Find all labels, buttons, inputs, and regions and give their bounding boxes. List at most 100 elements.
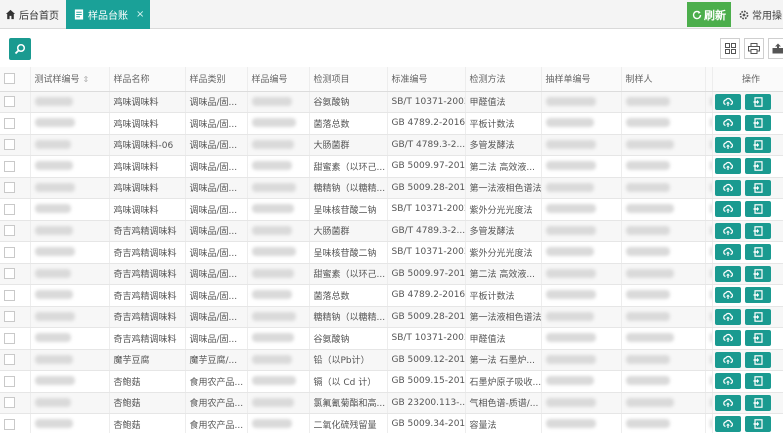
row-checkbox-cell[interactable] (0, 155, 31, 178)
row-checkbox[interactable] (4, 375, 15, 387)
sign-in-button[interactable] (744, 308, 771, 325)
tab-home[interactable]: 后台首页 (0, 0, 66, 29)
row-checkbox-cell[interactable] (0, 263, 31, 285)
sign-in-button[interactable] (744, 373, 771, 390)
upload-button[interactable] (714, 179, 741, 196)
upload-button[interactable] (714, 158, 741, 175)
row-checkbox[interactable] (4, 311, 15, 323)
row-checkbox-cell[interactable] (0, 220, 31, 242)
sign-in-button[interactable] (744, 222, 771, 239)
table-row[interactable]: 杏鲍菇 食用农产品... 镉（以 Cd 计） GB 5009.15-2014 石墨炉原子… (0, 370, 783, 393)
table-row[interactable]: 鸡味调味料 调味品/固... 谷氨酸钠 SB/T 10371-2003 甲醛值法 (0, 91, 783, 113)
tab-sample-ledger[interactable]: 样品台账 × (66, 0, 150, 29)
header-checkbox-cell[interactable] (0, 67, 31, 92)
select-all-checkbox[interactable] (4, 73, 15, 85)
row-checkbox[interactable] (4, 160, 15, 172)
header-sample-category[interactable]: 样品类别 (185, 67, 248, 92)
row-checkbox-cell[interactable] (0, 91, 31, 113)
table-row[interactable]: 鸡味调味料 调味品/固... 糖精钠（以糖精... GB 5009.28-2016 第一… (0, 177, 783, 199)
sign-in-button[interactable] (744, 201, 771, 218)
sign-in-button[interactable] (744, 351, 771, 368)
header-test-sample-no[interactable]: 测试样编号 ⇕ (30, 67, 110, 92)
row-checkbox-cell[interactable] (0, 241, 31, 264)
row-checkbox-cell[interactable] (0, 177, 31, 199)
upload-button[interactable] (714, 351, 741, 368)
upload-button[interactable] (714, 222, 741, 239)
row-checkbox[interactable] (4, 418, 15, 430)
row-checkbox-cell[interactable] (0, 413, 31, 433)
table-row[interactable]: 鸡味调味料 调味品/固... 呈味核苷酸二钠 SB/T 10371-2003 紫外分光光… (0, 198, 783, 221)
sign-in-button[interactable] (744, 265, 771, 282)
sign-in-button[interactable] (744, 179, 771, 196)
row-checkbox-cell[interactable] (0, 134, 31, 156)
table-row[interactable]: 魔芋豆腐 魔芋豆腐/... 铅（以Pb计） GB 5009.12-2017 第一法 石墨… (0, 349, 783, 371)
upload-button[interactable] (714, 287, 741, 304)
table-row[interactable]: 奇吉鸡精调味料 调味品/固... 菌落总数 GB 4789.2-2016 平板计数法 (0, 284, 783, 307)
close-icon[interactable]: × (136, 9, 144, 20)
row-checkbox[interactable] (4, 139, 15, 151)
columns-button[interactable] (720, 38, 740, 59)
header-test-item[interactable]: 检测项目 (309, 67, 388, 92)
upload-button[interactable] (714, 330, 741, 347)
export-button[interactable] (768, 38, 783, 59)
upload-button[interactable] (714, 308, 741, 325)
row-checkbox-cell[interactable] (0, 370, 31, 393)
row-checkbox-cell[interactable] (0, 327, 31, 350)
table-row[interactable]: 鸡味调味料-06 调味品/固... 大肠菌群 GB/T 4789.3-2... 多管发酵… (0, 134, 783, 156)
row-checkbox[interactable] (4, 225, 15, 237)
upload-button[interactable] (714, 244, 741, 261)
row-checkbox[interactable] (4, 332, 15, 344)
row-checkbox[interactable] (4, 182, 15, 194)
header-standard-no[interactable]: 标准编号 (387, 67, 466, 92)
upload-button[interactable] (714, 93, 741, 110)
sign-in-button[interactable] (744, 287, 771, 304)
sign-in-button[interactable] (744, 416, 771, 433)
upload-button[interactable] (714, 265, 741, 282)
row-checkbox-cell[interactable] (0, 306, 31, 328)
sign-in-button[interactable] (744, 115, 771, 132)
table-row[interactable]: 杏鲍菇 食用农产品... 氯氟氰菊酯和高... GB 23200.113-... 气相色… (0, 392, 783, 414)
header-sampling-form-no[interactable]: 抽样单编号 (541, 67, 622, 92)
search-button[interactable] (9, 38, 31, 60)
common-actions-button[interactable]: 常用操 (735, 2, 783, 27)
upload-button[interactable] (714, 201, 741, 218)
row-checkbox[interactable] (4, 96, 15, 108)
row-checkbox[interactable] (4, 117, 15, 129)
row-checkbox-cell[interactable] (0, 112, 31, 135)
header-test-method[interactable]: 检测方法 (465, 67, 542, 92)
upload-button[interactable] (714, 373, 741, 390)
row-checkbox[interactable] (4, 289, 15, 301)
table-row[interactable]: 奇吉鸡精调味料 调味品/固... 谷氨酸钠 SB/T 10371-2003 甲醛值法 (0, 327, 783, 350)
upload-button[interactable] (714, 416, 741, 433)
sign-in-button[interactable] (744, 330, 771, 347)
row-checkbox[interactable] (4, 354, 15, 366)
table-row[interactable]: 鸡味调味料 调味品/固... 菌落总数 GB 4789.2-2016 平板计数法 (0, 112, 783, 135)
sign-in-button[interactable] (744, 93, 771, 110)
row-checkbox[interactable] (4, 397, 15, 409)
row-checkbox[interactable] (4, 203, 15, 215)
sign-in-button[interactable] (744, 158, 771, 175)
row-checkbox-cell[interactable] (0, 392, 31, 414)
header-preparer[interactable]: 制样人 (621, 67, 706, 92)
row-checkbox[interactable] (4, 268, 15, 280)
table-row[interactable]: 奇吉鸡精调味料 调味品/固... 大肠菌群 GB/T 4789.3-2... 多管发酵法 (0, 220, 783, 242)
table-row[interactable]: 奇吉鸡精调味料 调味品/固... 糖精钠（以糖精... GB 5009.28-2016… (0, 306, 783, 328)
sign-in-button[interactable] (744, 394, 771, 411)
table-row[interactable]: 杏鲍菇 食用农产品... 二氧化硫残留量 GB 5009.34-2016 容量法 (0, 413, 783, 433)
upload-button[interactable] (714, 394, 741, 411)
row-checkbox-cell[interactable] (0, 349, 31, 371)
row-checkbox-cell[interactable] (0, 284, 31, 307)
header-sample-no[interactable]: 样品编号 (247, 67, 310, 92)
refresh-button[interactable]: 刷新 (687, 2, 731, 27)
sign-in-button[interactable] (744, 244, 771, 261)
table-row[interactable]: 奇吉鸡精调味料 调味品/固... 甜蜜素（以环己... GB 5009.97-2016… (0, 263, 783, 285)
sort-icon[interactable]: ⇕ (83, 75, 90, 84)
row-checkbox-cell[interactable] (0, 198, 31, 221)
upload-button[interactable] (714, 136, 741, 153)
header-sample-name[interactable]: 样品名称 (109, 67, 186, 92)
row-checkbox[interactable] (4, 246, 15, 258)
table-row[interactable]: 鸡味调味料 调味品/固... 甜蜜素（以环己... GB 5009.97-2016 第二… (0, 155, 783, 178)
print-button[interactable] (744, 38, 764, 59)
table-row[interactable]: 奇吉鸡精调味料 调味品/固... 呈味核苷酸二钠 SB/T 10371-2003 紫外分… (0, 241, 783, 264)
header-extra[interactable] (705, 67, 713, 92)
